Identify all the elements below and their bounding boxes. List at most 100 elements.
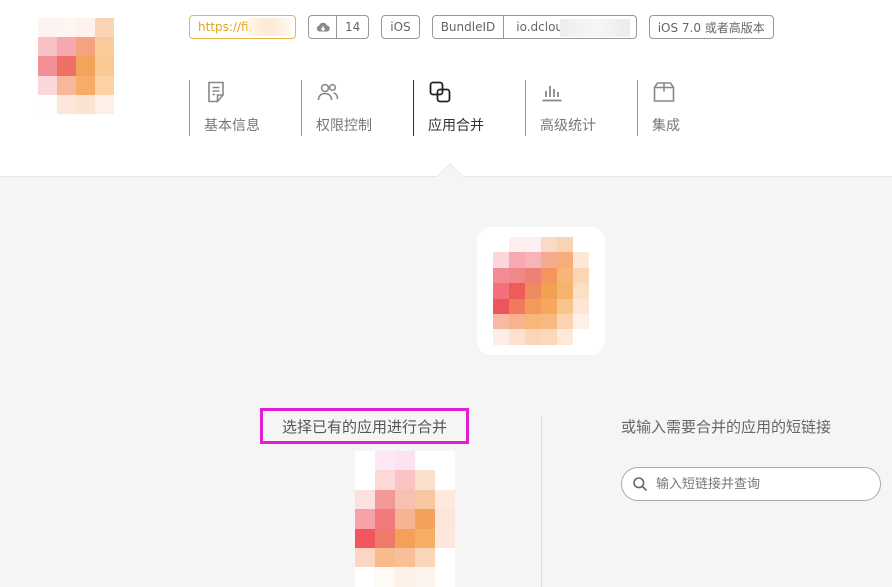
mosaic-cell <box>415 470 435 490</box>
mosaic-cell <box>395 489 415 510</box>
mosaic-cell <box>415 547 435 568</box>
mosaic-cell <box>493 329 509 345</box>
app-logo <box>38 18 114 114</box>
platform-tag: iOS <box>381 15 420 39</box>
app-header: https://fi. 14 iOS BundleID io.dcloud. i… <box>0 0 892 177</box>
candidate-app-icon <box>355 451 455 587</box>
mosaic-cell <box>557 252 573 268</box>
shortlink-search-box[interactable] <box>621 467 881 501</box>
tab-label: 基本信息 <box>204 118 260 134</box>
mosaic-cell <box>541 283 557 299</box>
mosaic-cell <box>493 283 509 299</box>
column-divider <box>541 416 542 587</box>
tab-integration[interactable]: 集成 <box>637 80 749 136</box>
mosaic-cell <box>435 451 455 471</box>
mosaic-cell <box>375 489 395 510</box>
mosaic-cell <box>509 313 525 330</box>
mosaic-cell <box>38 37 57 57</box>
mosaic-cell <box>38 18 57 38</box>
mosaic-cell <box>95 75 114 95</box>
mosaic-cell <box>95 37 114 57</box>
tab-app-merge[interactable]: 应用合并 <box>413 80 525 136</box>
mosaic-cell <box>415 509 435 529</box>
mosaic-cell <box>435 489 455 510</box>
current-app-icon-image <box>493 237 589 345</box>
mosaic-cell <box>509 298 525 314</box>
select-existing-app-heading: 选择已有的应用进行合并 <box>260 408 469 444</box>
mosaic-cell <box>525 298 541 314</box>
mosaic-cell <box>375 547 395 568</box>
mosaic-cell <box>509 237 525 253</box>
tab-label: 权限控制 <box>316 118 372 134</box>
download-url-text: https://fi. <box>198 20 253 34</box>
candidate-app-item[interactable] <box>355 451 455 587</box>
mosaic-cell <box>525 329 541 345</box>
users-icon <box>317 83 339 101</box>
mosaic-cell <box>573 252 589 268</box>
mosaic-cell <box>509 283 525 299</box>
mosaic-cell <box>76 18 95 38</box>
tab-permissions[interactable]: 权限控制 <box>301 80 413 136</box>
mosaic-cell <box>415 567 435 587</box>
shortlink-input[interactable] <box>656 476 856 492</box>
mosaic-cell <box>76 56 95 76</box>
mosaic-cell <box>541 252 557 268</box>
download-url-tag[interactable]: https://fi. <box>189 15 296 39</box>
min-os-tag: iOS 7.0 或者高版本 <box>648 15 774 39</box>
bundle-id-tag: BundleID io.dcloud. <box>431 15 637 39</box>
mosaic-cell <box>395 547 415 568</box>
shortlink-heading: 或输入需要合并的应用的短链接 <box>621 418 832 436</box>
mosaic-cell <box>573 267 589 284</box>
document-icon <box>208 81 224 103</box>
merge-icon <box>429 81 451 103</box>
tab-label: 集成 <box>652 118 680 134</box>
mosaic-cell <box>95 18 114 38</box>
tab-basic-info[interactable]: 基本信息 <box>189 80 301 136</box>
mosaic-cell <box>355 489 375 510</box>
mosaic-cell <box>375 528 395 548</box>
mosaic-cell <box>525 252 541 268</box>
mosaic-cell <box>375 567 395 587</box>
mosaic-cell <box>57 94 76 114</box>
mosaic-cell <box>557 237 573 253</box>
redacted-blur <box>247 18 291 36</box>
mosaic-cell <box>76 37 95 57</box>
mosaic-cell <box>395 451 415 471</box>
mosaic-cell <box>355 528 375 548</box>
mosaic-cell <box>493 237 509 253</box>
bundle-id-value-wrap: io.dcloud. <box>504 16 635 38</box>
mosaic-cell <box>525 267 541 284</box>
mosaic-cell <box>355 509 375 529</box>
mosaic-cell <box>95 94 114 114</box>
search-icon <box>633 477 648 492</box>
cloud-download-icon <box>309 16 337 38</box>
mosaic-cell <box>375 451 395 471</box>
app-meta-tags: https://fi. 14 iOS BundleID io.dcloud. i… <box>189 15 774 39</box>
download-count-tag: 14 <box>308 15 370 39</box>
mosaic-cell <box>509 252 525 268</box>
mosaic-cell <box>557 313 573 330</box>
mosaic-cell <box>375 470 395 490</box>
mosaic-cell <box>57 37 76 57</box>
mosaic-cell <box>573 329 589 345</box>
mosaic-cell <box>493 252 509 268</box>
mosaic-cell <box>573 283 589 299</box>
mosaic-cell <box>435 509 455 529</box>
active-tab-pointer <box>436 163 464 177</box>
mosaic-cell <box>541 329 557 345</box>
mosaic-cell <box>557 267 573 284</box>
mosaic-cell <box>355 451 375 471</box>
mosaic-cell <box>76 94 95 114</box>
mosaic-cell <box>509 329 525 345</box>
mosaic-cell <box>493 313 509 330</box>
mosaic-cell <box>525 237 541 253</box>
bundle-id-label: BundleID <box>433 16 505 38</box>
mosaic-cell <box>395 509 415 529</box>
mosaic-cell <box>541 237 557 253</box>
mosaic-cell <box>76 75 95 95</box>
mosaic-cell <box>375 509 395 529</box>
tab-advanced-stats[interactable]: 高级统计 <box>525 80 637 136</box>
mosaic-cell <box>57 75 76 95</box>
tab-label: 高级统计 <box>540 118 596 134</box>
download-count: 14 <box>345 20 361 34</box>
